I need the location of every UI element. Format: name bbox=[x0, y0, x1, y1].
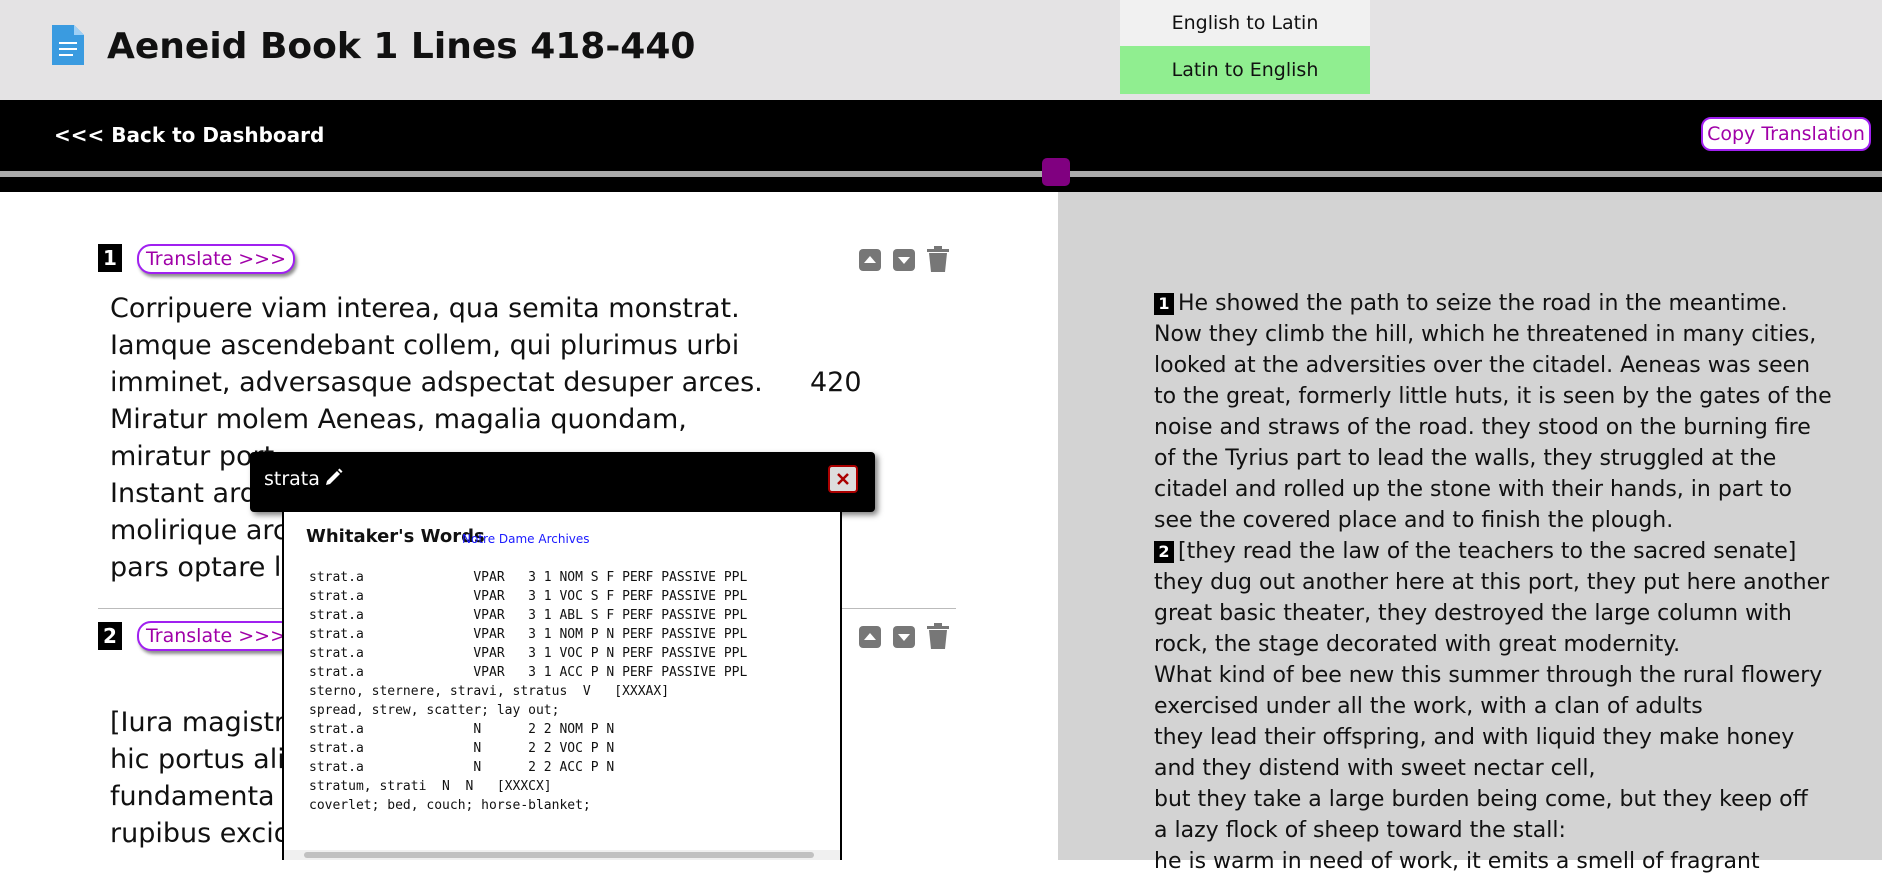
pane-divider bbox=[0, 171, 1882, 177]
move-up-icon[interactable] bbox=[859, 249, 881, 271]
mode-english-to-latin-button[interactable]: English to Latin bbox=[1120, 0, 1370, 46]
translation-line-text: citadel and rolled up the stone with the… bbox=[1154, 477, 1793, 502]
translation-line: and they distend with sweet nectar cell, bbox=[1154, 753, 1854, 784]
translation-line: noise and straws of the road. they stood… bbox=[1154, 412, 1854, 443]
horizontal-scrollbar[interactable] bbox=[284, 850, 840, 860]
translation-line-text: to the great, formerly little huts, it i… bbox=[1154, 384, 1832, 409]
translation-line: citadel and rolled up the stone with the… bbox=[1154, 474, 1854, 505]
translation-line: a lazy flock of sheep toward the stall: bbox=[1154, 815, 1854, 846]
latin-line[interactable]: molirique arc bbox=[110, 512, 288, 549]
word-popup-header: strata bbox=[250, 452, 875, 512]
selected-word: strata bbox=[264, 468, 320, 490]
latin-line[interactable]: pars optare lo bbox=[110, 549, 298, 586]
translation-line: see the covered place and to finish the … bbox=[1154, 505, 1854, 536]
latin-line[interactable]: Miratur molem Aeneas, magalia quondam, bbox=[110, 401, 687, 438]
translation-line-text: rock, the stage decorated with great mod… bbox=[1154, 632, 1681, 657]
scrollbar-thumb[interactable] bbox=[304, 852, 814, 858]
translation-line: he is warm in need of work, it emits a s… bbox=[1154, 846, 1854, 877]
trash-icon[interactable] bbox=[927, 623, 949, 649]
pane-resize-handle[interactable] bbox=[1042, 158, 1070, 186]
copy-translation-button[interactable]: Copy Translation bbox=[1701, 117, 1871, 151]
translation-line-text: they lead their offspring, and with liqu… bbox=[1154, 725, 1795, 750]
translation-line-text: noise and straws of the road. they stood… bbox=[1154, 415, 1811, 440]
translation-line-text: of the Tyrius part to lead the walls, th… bbox=[1154, 446, 1777, 471]
move-up-icon[interactable] bbox=[859, 626, 881, 648]
translation-line: 1 He showed the path to seize the road in… bbox=[1154, 288, 1854, 319]
translation-line: What kind of bee new this summer through… bbox=[1154, 660, 1854, 691]
top-nav-bar: <<< Back to Dashboard Copy Translation bbox=[0, 100, 1882, 192]
back-to-dashboard-link[interactable]: <<< Back to Dashboard bbox=[54, 120, 324, 150]
translation-line: 2 [they read the law of the teachers to t… bbox=[1154, 536, 1854, 567]
close-icon bbox=[837, 473, 849, 485]
translation-line-text: he is warm in need of work, it emits a s… bbox=[1154, 849, 1760, 874]
translate-button[interactable]: Translate >>> bbox=[137, 244, 295, 274]
translation-line: of the Tyrius part to lead the walls, th… bbox=[1154, 443, 1854, 474]
translation-line-text: great basic theater, they destroyed the … bbox=[1154, 601, 1792, 626]
section-number-badge: 2 bbox=[98, 622, 122, 650]
latin-line[interactable]: hic portus ali bbox=[110, 741, 285, 778]
latin-line[interactable]: [Iura magistra bbox=[110, 704, 302, 741]
move-down-icon[interactable] bbox=[893, 249, 915, 271]
app-header: Aeneid Book 1 Lines 418-440 English to L… bbox=[0, 0, 1882, 100]
section-marker: 1 bbox=[1154, 293, 1174, 315]
latin-line[interactable]: Iamque ascendebant collem, qui plurimus … bbox=[110, 327, 739, 364]
translation-line: great basic theater, they destroyed the … bbox=[1154, 598, 1854, 629]
translation-line: rock, the stage decorated with great mod… bbox=[1154, 629, 1854, 660]
move-down-icon[interactable] bbox=[893, 626, 915, 648]
trash-icon[interactable] bbox=[927, 246, 949, 272]
section-marker: 2 bbox=[1154, 541, 1174, 563]
translation-line-text: they dug out another here at this port, … bbox=[1154, 570, 1830, 595]
translation-line-text: a lazy flock of sheep toward the stall: bbox=[1154, 818, 1566, 843]
translation-line-text: He showed the path to seize the road in … bbox=[1178, 291, 1788, 316]
translation-line-text: and they distend with sweet nectar cell, bbox=[1154, 756, 1596, 781]
translation-line-text: What kind of bee new this summer through… bbox=[1154, 663, 1823, 688]
latin-line[interactable]: Corripuere viam interea, qua semita mons… bbox=[110, 290, 740, 327]
translation-line-text: exercised under all the work, with a cla… bbox=[1154, 694, 1703, 719]
line-number: 420 bbox=[810, 367, 862, 398]
translation-line: they lead their offspring, and with liqu… bbox=[1154, 722, 1854, 753]
latin-line[interactable]: fundamenta l bbox=[110, 778, 291, 815]
translation-line: looked at the adversities over the citad… bbox=[1154, 350, 1854, 381]
translation-line: they dug out another here at this port, … bbox=[1154, 567, 1854, 598]
close-popup-button[interactable] bbox=[828, 465, 858, 493]
translate-button[interactable]: Translate >>> bbox=[137, 621, 295, 651]
page-title: Aeneid Book 1 Lines 418-440 bbox=[107, 26, 696, 67]
dictionary-source-link[interactable]: Notre Dame Archives bbox=[462, 532, 590, 546]
translation-line: to the great, formerly little huts, it i… bbox=[1154, 381, 1854, 412]
latin-line[interactable]: Instant ard bbox=[110, 475, 257, 512]
dictionary-panel: Whitaker's Words Notre Dame Archives str… bbox=[282, 510, 842, 860]
latin-line[interactable]: rupibus excid bbox=[110, 815, 291, 852]
translation-line: exercised under all the work, with a cla… bbox=[1154, 691, 1854, 722]
dictionary-entries: strat.a VPAR 3 1 NOM S F PERF PASSIVE PP… bbox=[309, 570, 748, 813]
mode-latin-to-english-button[interactable]: Latin to English bbox=[1120, 46, 1370, 94]
section-number-badge: 1 bbox=[98, 244, 122, 272]
translation-line-text: see the covered place and to finish the … bbox=[1154, 508, 1674, 533]
translation-line-text: Now they climb the hill, which he threat… bbox=[1154, 322, 1817, 347]
translation-line-text: but they take a large burden being come,… bbox=[1154, 787, 1808, 812]
translation-line-text: looked at the adversities over the citad… bbox=[1154, 353, 1811, 378]
translation-line-text: [they read the law of the teachers to th… bbox=[1178, 539, 1797, 564]
translation-line: but they take a large burden being come,… bbox=[1154, 784, 1854, 815]
translation-line: Now they climb the hill, which he threat… bbox=[1154, 319, 1854, 350]
dictionary-title: Whitaker's Words bbox=[306, 526, 485, 547]
translation-text: 1 He showed the path to seize the road in… bbox=[1154, 288, 1854, 877]
document-icon bbox=[52, 25, 84, 65]
pencil-icon[interactable] bbox=[324, 467, 344, 487]
latin-line[interactable]: imminet, adversasque adspectat desuper a… bbox=[110, 364, 763, 401]
